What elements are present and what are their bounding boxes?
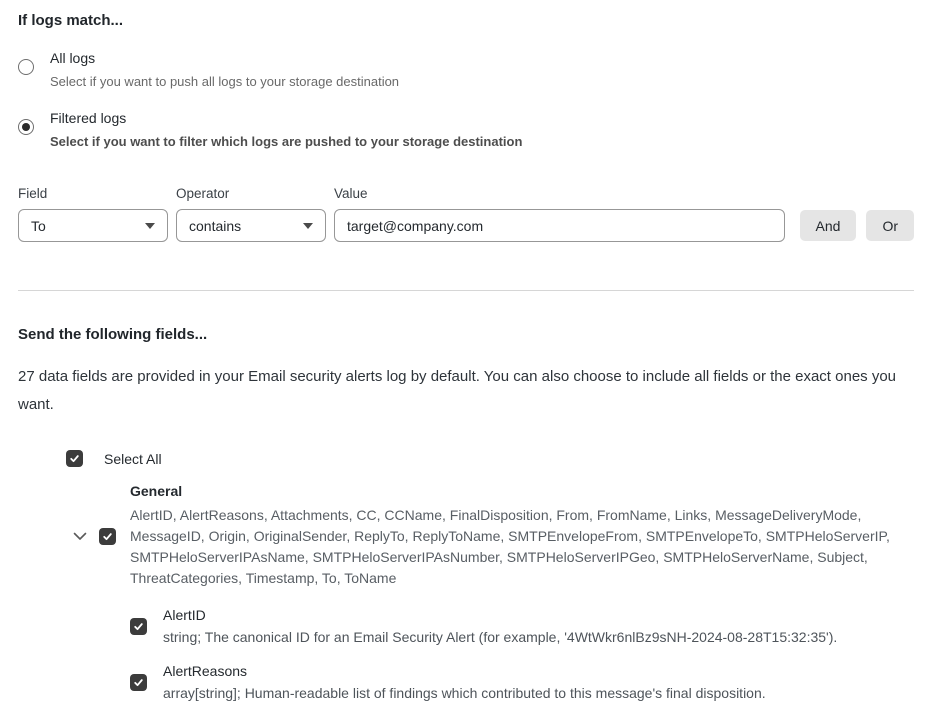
- filtered-logs-label: Filtered logs: [50, 110, 522, 127]
- value-input[interactable]: [334, 209, 785, 242]
- logpush-settings-panel: If logs match... All logs Select if you …: [0, 0, 927, 701]
- check-icon: [133, 621, 144, 632]
- field-item-texts: AlertReasons array[string]; Human-readab…: [163, 663, 766, 701]
- chevron-down-icon: [145, 223, 155, 229]
- chevron-down-icon[interactable]: [72, 528, 88, 544]
- field-select[interactable]: To: [18, 209, 168, 242]
- filter-builder-row: Field To Operator contains Value And Or: [18, 186, 914, 242]
- radio-button-unselected[interactable]: [18, 59, 34, 75]
- operator-label: Operator: [176, 186, 326, 201]
- field-item-alertreasons: AlertReasons array[string]; Human-readab…: [130, 663, 914, 701]
- general-group-checkbox[interactable]: [99, 528, 116, 545]
- radio-option-filtered-logs[interactable]: Filtered logs Select if you want to filt…: [18, 110, 914, 149]
- field-column: Field To: [18, 186, 168, 242]
- value-label: Value: [334, 186, 785, 201]
- general-group-field-list: AlertID, AlertReasons, Attachments, CC, …: [130, 505, 892, 589]
- or-button[interactable]: Or: [866, 210, 914, 241]
- all-logs-label: All logs: [50, 50, 399, 67]
- check-icon: [102, 531, 113, 542]
- field-item-texts: AlertID string; The canonical ID for an …: [163, 607, 837, 645]
- fields-section: Send the following fields... 27 data fie…: [18, 326, 914, 701]
- operator-select[interactable]: contains: [176, 209, 326, 242]
- general-group-title: General: [130, 483, 892, 499]
- section-divider: [18, 290, 914, 291]
- alertid-checkbox[interactable]: [130, 618, 147, 635]
- if-logs-match-heading: If logs match...: [18, 12, 914, 29]
- all-logs-description: Select if you want to push all logs to y…: [50, 74, 399, 89]
- radio-option-all-logs[interactable]: All logs Select if you want to push all …: [18, 50, 914, 89]
- radio-texts: Filtered logs Select if you want to filt…: [50, 110, 522, 149]
- select-all-row[interactable]: Select All: [66, 450, 914, 467]
- log-match-radio-group: All logs Select if you want to push all …: [18, 50, 914, 149]
- radio-texts: All logs Select if you want to push all …: [50, 50, 399, 89]
- fields-intro-text: 27 data fields are provided in your Emai…: [18, 363, 913, 419]
- general-group-row: General AlertID, AlertReasons, Attachmen…: [72, 483, 914, 589]
- check-icon: [69, 453, 80, 464]
- field-label: Field: [18, 186, 168, 201]
- value-column: Value: [334, 186, 785, 242]
- field-select-value: To: [31, 218, 46, 234]
- and-button[interactable]: And: [800, 210, 857, 241]
- alertid-name: AlertID: [163, 607, 837, 623]
- alertid-description: string; The canonical ID for an Email Se…: [163, 629, 837, 645]
- radio-dot: [22, 63, 30, 71]
- radio-button-selected[interactable]: [18, 119, 34, 135]
- operator-select-value: contains: [189, 218, 241, 234]
- send-fields-heading: Send the following fields...: [18, 326, 914, 343]
- check-icon: [133, 677, 144, 688]
- field-item-alertid: AlertID string; The canonical ID for an …: [130, 607, 914, 645]
- filtered-logs-description: Select if you want to filter which logs …: [50, 134, 522, 149]
- general-group-texts: General AlertID, AlertReasons, Attachmen…: [130, 483, 892, 589]
- select-all-label: Select All: [104, 451, 162, 467]
- chevron-down-icon: [303, 223, 313, 229]
- alertreasons-name: AlertReasons: [163, 663, 766, 679]
- condition-buttons: And Or: [800, 210, 914, 241]
- alertreasons-description: array[string]; Human-readable list of fi…: [163, 685, 766, 701]
- radio-dot: [22, 123, 30, 131]
- operator-column: Operator contains: [176, 186, 326, 242]
- select-all-checkbox[interactable]: [66, 450, 83, 467]
